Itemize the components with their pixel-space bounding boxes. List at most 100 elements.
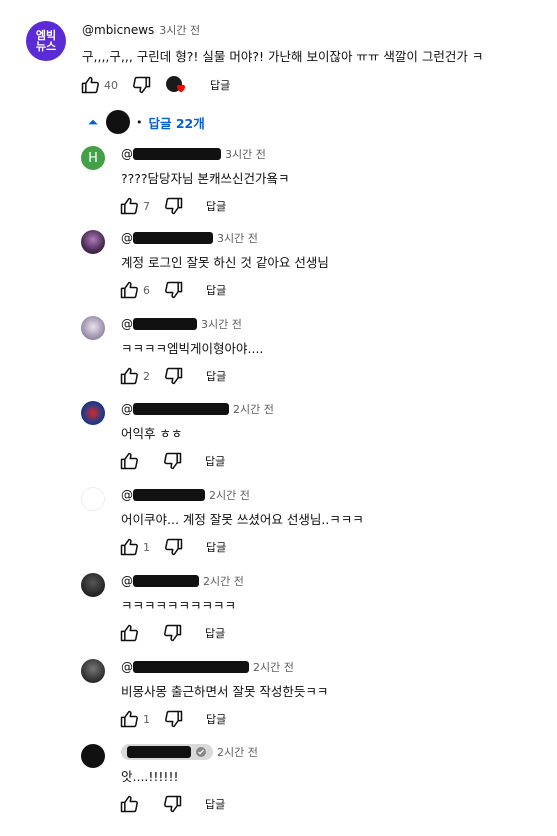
reply-author[interactable]: @ [121, 231, 213, 245]
reply-avatar[interactable] [81, 487, 105, 511]
creator-heart [166, 75, 190, 95]
reply-actions: 답글 [119, 623, 225, 643]
reply-button[interactable]: 답글 [206, 368, 226, 384]
reply-time[interactable]: 2시간 전 [217, 744, 258, 760]
heart-icon [177, 84, 185, 93]
reply-button[interactable]: 답글 [205, 796, 225, 812]
redacted-name [133, 232, 213, 244]
thumb-up-icon[interactable] [119, 794, 139, 814]
reply-avatar[interactable] [81, 230, 105, 254]
like-count: 1 [143, 712, 150, 726]
thumb-up-icon[interactable] [80, 75, 100, 95]
reply-button[interactable]: 답글 [205, 453, 225, 469]
reply-actions: 6 답글 [119, 280, 226, 300]
redacted-name [133, 575, 199, 587]
verified-icon [196, 747, 206, 757]
channel-avatar[interactable]: 엠빅 뉴스 [26, 21, 66, 61]
like-count: 2 [143, 369, 150, 383]
reply-author[interactable]: @ [121, 660, 249, 674]
reply-avatar[interactable] [81, 573, 105, 597]
thumb-up-icon[interactable] [119, 451, 139, 471]
thumb-down-icon[interactable] [164, 366, 184, 386]
reply-actions: 7 답글 [119, 196, 226, 216]
chevron-up-icon [88, 119, 98, 125]
reply-actions: 답글 [119, 451, 225, 471]
toggle-separator: • [136, 115, 143, 129]
reply-button[interactable]: 답글 [205, 625, 225, 641]
reply-time[interactable]: 3시간 전 [217, 230, 258, 246]
reply-actions: 답글 [119, 794, 225, 814]
reply-avatar[interactable] [81, 401, 105, 425]
thumb-down-icon[interactable] [164, 709, 184, 729]
reply-time[interactable]: 3시간 전 [225, 146, 266, 162]
reply-avatar[interactable] [81, 744, 105, 768]
reply-button[interactable]: 답글 [206, 198, 226, 214]
creator-avatar [106, 110, 130, 134]
reply-text: ㅋㅋㅋㅋㅋㅋㅋㅋㅋㅋ [121, 598, 237, 613]
reply-comment: @3시간 전 ㅋㅋㅋㅋ엠빅게이형아야.... 2 답글 [0, 316, 557, 400]
reply-header: @2시간 전 [121, 487, 250, 503]
reply-comment: H @3시간 전 ????담당자님 본캐쓰신건가욬ㅋ 7 답글 [0, 146, 557, 230]
reply-header: @3시간 전 [121, 146, 266, 162]
reply-comment: @2시간 전 어이쿠야... 계정 잘못 쓰셨어요 선생님..ㅋㅋㅋ 1 답글 [0, 487, 557, 571]
thumb-down-icon[interactable] [163, 794, 183, 814]
reply-header: @2시간 전 [121, 659, 294, 675]
reply-actions: 1 답글 [119, 537, 226, 557]
comment-actions: 40 답글 [80, 75, 230, 95]
avatar-text-bottom: 뉴스 [35, 40, 57, 53]
thumb-up-icon[interactable] [119, 623, 139, 643]
redacted-name [127, 746, 191, 758]
reply-author[interactable]: @ [121, 147, 221, 161]
reply-time[interactable]: 2시간 전 [233, 401, 274, 417]
reply-button[interactable]: 답글 [206, 711, 226, 727]
thumb-up-icon[interactable] [119, 196, 139, 216]
reply-header: @3시간 전 [121, 316, 242, 332]
thumb-down-icon[interactable] [163, 451, 183, 471]
like-count: 40 [104, 78, 118, 92]
reply-avatar[interactable] [81, 659, 105, 683]
reply-actions: 2 답글 [119, 366, 226, 386]
thumb-up-icon[interactable] [119, 537, 139, 557]
comment-text: 구,,,,구,,, 구린데 형?! 실물 머야?! 가난해 보이잖아 ㅠㅠ 색깔… [82, 49, 484, 64]
reply-text: 앗....!!!!!! [121, 769, 179, 784]
reply-actions: 1 답글 [119, 709, 226, 729]
reply-time[interactable]: 2시간 전 [203, 573, 244, 589]
reply-time[interactable]: 2시간 전 [209, 487, 250, 503]
thumb-down-icon[interactable] [132, 75, 152, 95]
like-count: 7 [143, 199, 150, 213]
redacted-name [133, 489, 205, 501]
thumb-down-icon[interactable] [164, 537, 184, 557]
reply-button[interactable]: 답글 [210, 77, 230, 93]
reply-avatar[interactable] [81, 316, 105, 340]
reply-button[interactable]: 답글 [206, 539, 226, 555]
reply-author[interactable]: @ [121, 402, 229, 416]
reply-text: 비몽사몽 출근하면서 잘못 작성한듯ㅋㅋ [121, 684, 329, 699]
thumb-down-icon[interactable] [163, 623, 183, 643]
reply-text: ????담당자님 본캐쓰신건가욬ㅋ [121, 171, 290, 186]
channel-handle[interactable]: @mbicnews [82, 23, 154, 37]
reply-author[interactable]: @ [121, 574, 199, 588]
comment-time[interactable]: 3시간 전 [159, 22, 200, 38]
reply-avatar[interactable]: H [81, 146, 105, 170]
thumb-down-icon[interactable] [164, 196, 184, 216]
reply-author[interactable]: @ [121, 317, 197, 331]
reply-comment: @2시간 전어익후 ㅎㅎ 답글 [0, 401, 557, 485]
reply-text: 어익후 ㅎㅎ [121, 426, 183, 441]
reply-author[interactable]: @ [121, 488, 205, 502]
thumb-up-icon[interactable] [119, 366, 139, 386]
like-count: 1 [143, 540, 150, 554]
thumb-down-icon[interactable] [164, 280, 184, 300]
redacted-name [133, 403, 229, 415]
reply-time[interactable]: 3시간 전 [201, 316, 242, 332]
reply-header: @2시간 전 [121, 573, 244, 589]
reply-time[interactable]: 2시간 전 [253, 659, 294, 675]
avatar-letter: H [88, 150, 98, 166]
replies-toggle[interactable]: • 답글 22개 [86, 110, 205, 134]
redacted-name [133, 318, 197, 330]
like-count: 6 [143, 283, 150, 297]
thumb-up-icon[interactable] [119, 709, 139, 729]
creator-name-chip[interactable] [121, 744, 213, 760]
thumb-up-icon[interactable] [119, 280, 139, 300]
reply-button[interactable]: 답글 [206, 282, 226, 298]
reply-comment: @2시간 전 ㅋㅋㅋㅋㅋㅋㅋㅋㅋㅋ 답글 [0, 573, 557, 657]
